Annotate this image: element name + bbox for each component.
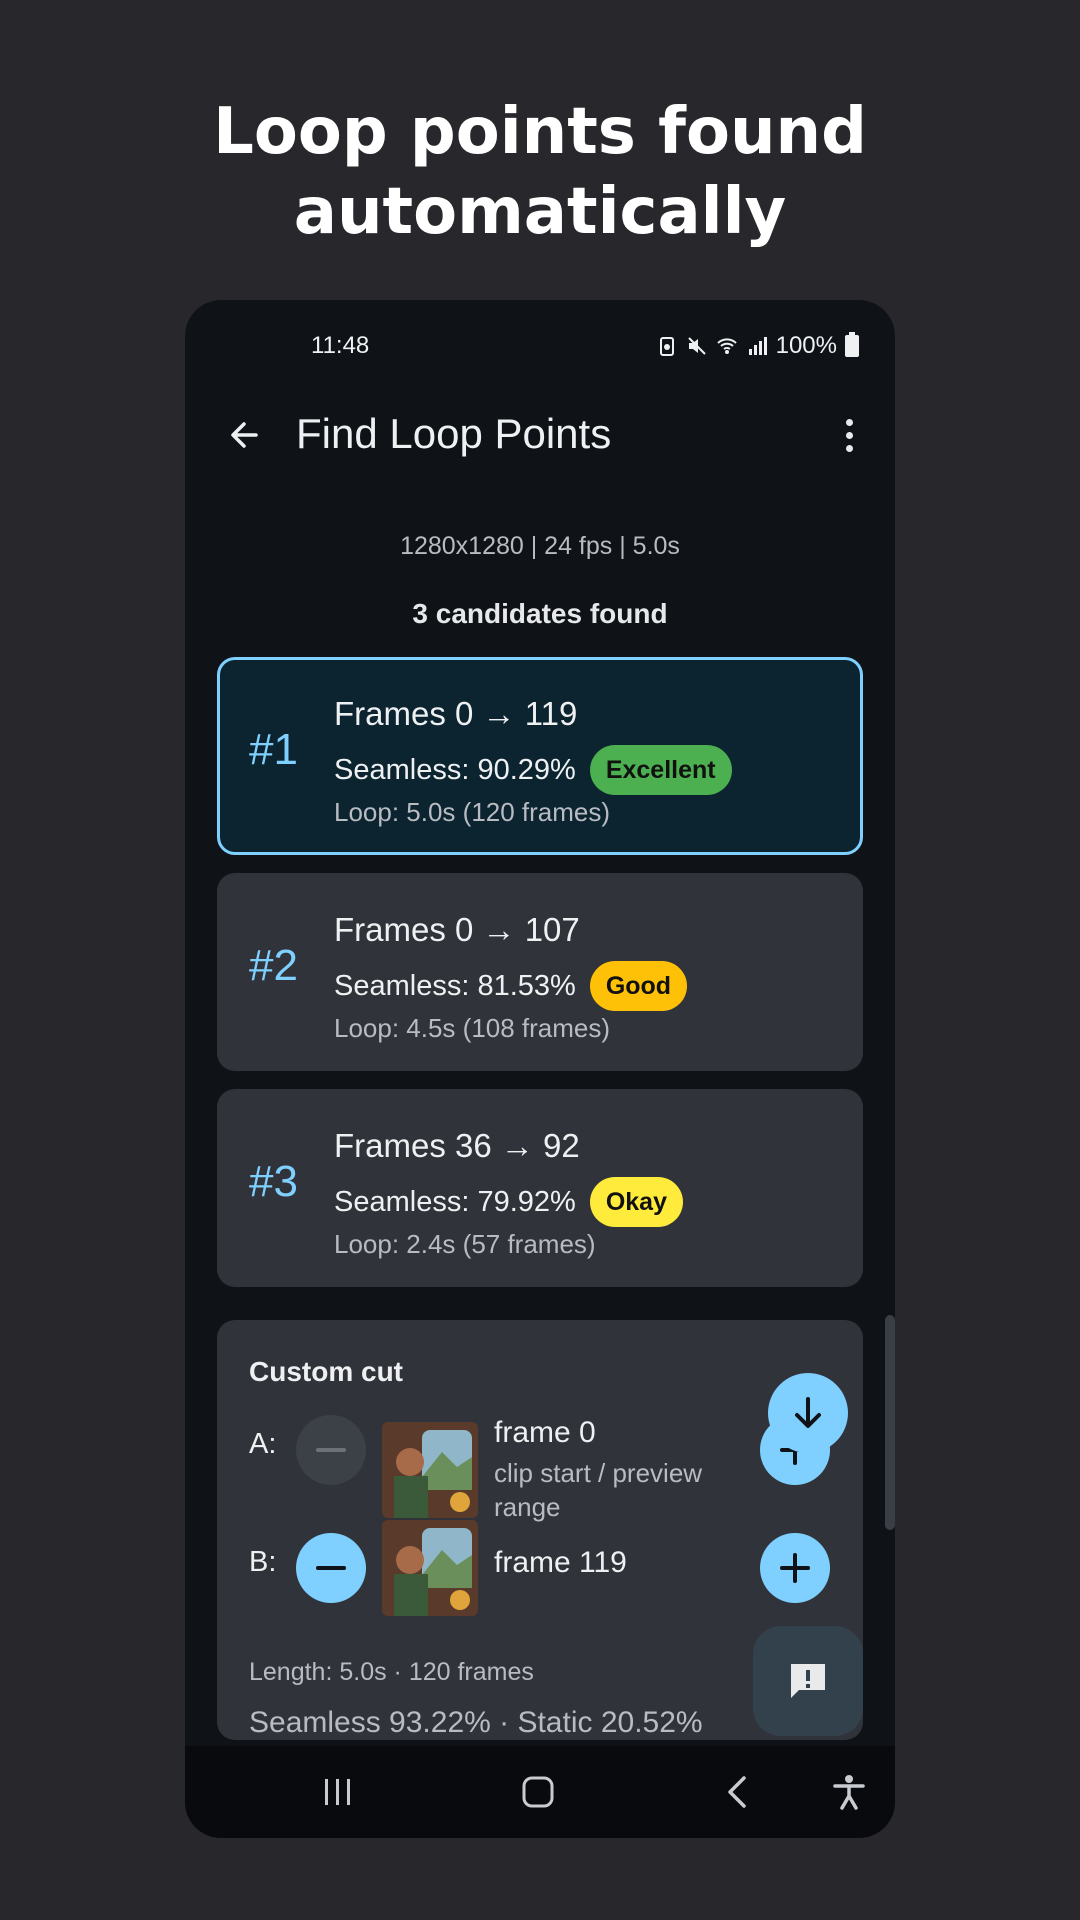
candidate-seamless: Seamless: 79.92% Okay xyxy=(334,1177,683,1227)
back-button[interactable] xyxy=(221,412,267,458)
candidate-frames: Frames 36 → 92 xyxy=(334,1127,580,1164)
candidate-loop: Loop: 4.5s (108 frames) xyxy=(334,1013,611,1043)
status-bar: 11:48 100% xyxy=(185,332,895,364)
candidate-frames: Frames 0 → 107 xyxy=(334,911,580,948)
frame-a-text: frame 0 xyxy=(494,1416,596,1449)
frame-b-thumbnail xyxy=(382,1520,478,1616)
headline-line-1: Loop points found xyxy=(213,95,867,169)
candidate-rank: #3 xyxy=(249,1157,298,1206)
candidate-seamless-text: Seamless: 79.92% xyxy=(334,1185,576,1218)
candidate-seamless: Seamless: 81.53% Good xyxy=(334,961,688,1011)
custom-seamless-static: Seamless 93.22% · Static 20.52% xyxy=(249,1706,703,1739)
battery-icon xyxy=(845,332,859,357)
candidate-card-1[interactable]: #1 Frames 0 → 119 Seamless: 90.29% Excellen… xyxy=(217,657,863,855)
accessibility-button[interactable] xyxy=(821,1764,877,1820)
minus-icon xyxy=(316,1566,346,1570)
point-a-label: A: xyxy=(249,1428,277,1460)
system-nav-bar xyxy=(185,1746,895,1838)
frame-b-text: frame 119 xyxy=(494,1546,627,1579)
frame-a-thumbnail xyxy=(382,1422,478,1518)
feedback-icon xyxy=(791,1664,825,1698)
status-time: 11:48 xyxy=(311,332,370,359)
headline: Loop points found automatically xyxy=(0,92,1080,252)
accessibility-icon xyxy=(833,1775,865,1810)
more-vert-icon xyxy=(845,418,853,426)
nav-back-icon xyxy=(728,1776,746,1808)
candidate-card-2[interactable]: #2 Frames 0 → 107 Seamless: 81.53% Good Loop… xyxy=(217,873,863,1071)
custom-cut-title: Custom cut xyxy=(249,1356,403,1387)
quality-badge: Good xyxy=(589,961,688,1011)
minus-icon xyxy=(316,1448,346,1452)
point-a-decrement-button[interactable] xyxy=(296,1415,366,1485)
point-b-decrement-button[interactable] xyxy=(296,1533,366,1603)
feedback-button[interactable] xyxy=(753,1626,863,1736)
nav-back-button[interactable] xyxy=(710,1764,766,1820)
home-icon xyxy=(522,1776,554,1808)
battery-percent: 100% xyxy=(775,332,837,359)
candidate-card-3[interactable]: #3 Frames 36 → 92 Seamless: 79.92% Okay Loop… xyxy=(217,1089,863,1287)
candidate-seamless: Seamless: 90.29% Excellent xyxy=(334,745,732,795)
scroll-down-button[interactable] xyxy=(768,1373,848,1453)
mute-icon xyxy=(687,337,706,355)
frame-a-note: clip start / preview range xyxy=(494,1458,703,1522)
arrow-down-icon xyxy=(795,1397,821,1428)
video-meta: 1280x1280 | 24 fps | 5.0s xyxy=(400,532,680,560)
candidates-count: 3 candidates found xyxy=(412,598,668,629)
back-arrow-icon xyxy=(231,422,258,448)
home-button[interactable] xyxy=(510,1764,566,1820)
phone-screen: 11:48 100% Find Loop Points 1280x1280 | … xyxy=(185,300,895,1838)
signal-icon xyxy=(748,337,767,355)
quality-badge: Excellent xyxy=(589,745,732,795)
candidate-loop: Loop: 5.0s (120 frames) xyxy=(334,797,611,827)
headline-line-2: automatically xyxy=(293,175,787,249)
candidate-seamless-text: Seamless: 90.29% xyxy=(334,753,576,786)
status-icons: 100% xyxy=(656,332,859,360)
battery-saver-icon xyxy=(659,337,674,356)
recents-icon xyxy=(325,1779,350,1805)
page-title: Find Loop Points xyxy=(296,410,612,457)
quality-badge: Okay xyxy=(589,1177,683,1227)
recents-button[interactable] xyxy=(310,1764,366,1820)
scrollbar[interactable] xyxy=(885,1315,895,1530)
candidate-seamless-text: Seamless: 81.53% xyxy=(334,969,576,1002)
more-options-button[interactable] xyxy=(839,412,859,458)
candidate-rank: #1 xyxy=(249,725,298,774)
custom-length: Length: 5.0s · 120 frames xyxy=(249,1658,534,1686)
candidate-rank: #2 xyxy=(249,941,298,990)
point-b-increment-button[interactable] xyxy=(760,1533,830,1603)
candidate-loop: Loop: 2.4s (57 frames) xyxy=(334,1229,596,1259)
candidate-frames: Frames 0 → 119 xyxy=(334,695,578,732)
wifi-icon xyxy=(716,338,737,354)
point-b-label: B: xyxy=(249,1546,277,1578)
app-bar: Find Loop Points xyxy=(185,400,895,470)
